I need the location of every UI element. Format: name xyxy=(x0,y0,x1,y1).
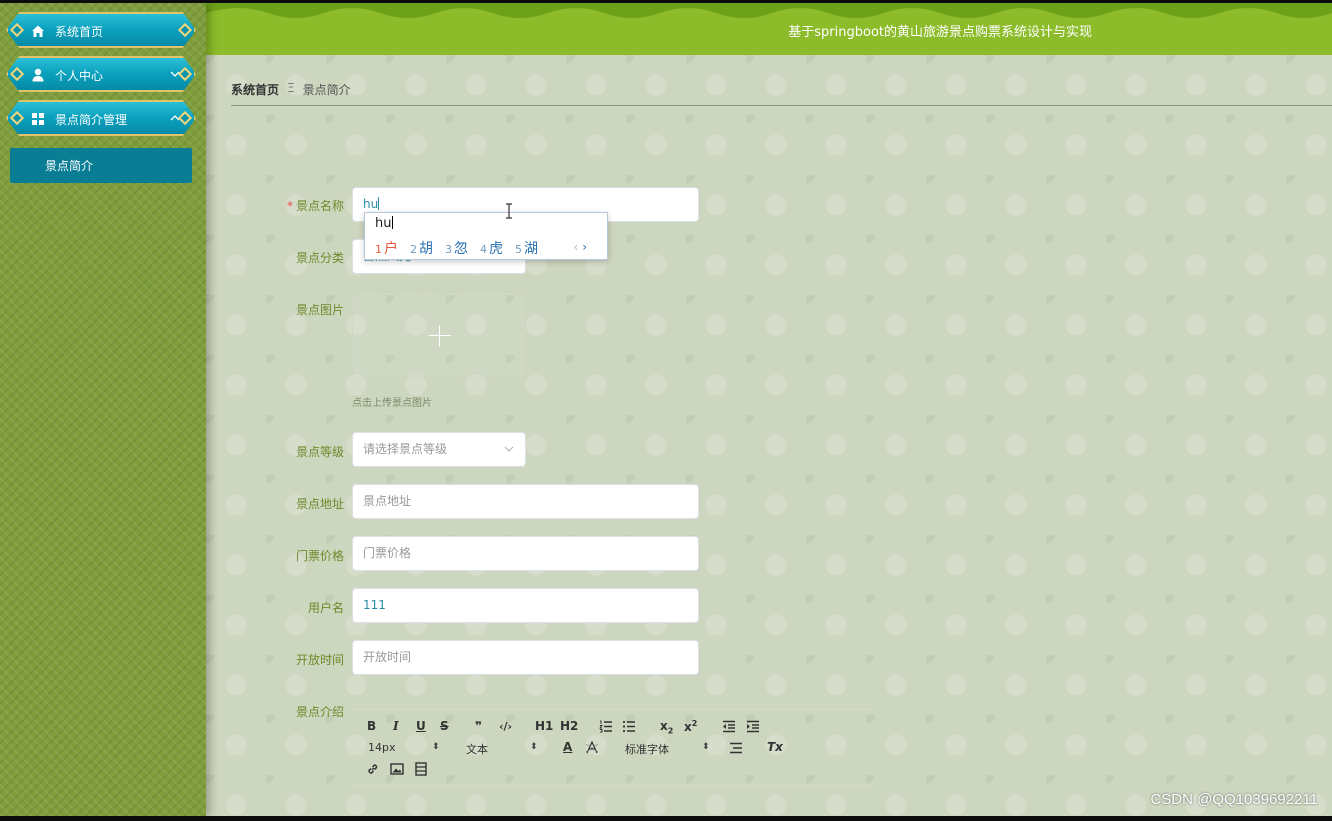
sidebar-item-label: 景点简介管理 xyxy=(55,113,128,127)
open-time-input[interactable]: 开放时间 xyxy=(352,640,699,675)
app-window: 系统首页 个人中心 景点简介管理 景点简介 基于springboot的黄山旅游景… xyxy=(0,3,1332,816)
ime-candidate-popup: hu 1户 2胡 3忽 4虎 5湖 ‹ › xyxy=(364,212,608,260)
dropdown-arrow-icon: ⬍ xyxy=(702,742,710,752)
price-label: 门票价格 xyxy=(295,549,344,563)
strike-button[interactable]: S xyxy=(440,719,449,733)
header-bar: 基于springboot的黄山旅游景点购票系统设计与实现 xyxy=(206,3,1332,55)
text-caret xyxy=(378,197,380,210)
address-input[interactable]: 景点地址 xyxy=(352,484,699,519)
main-content: 系统首页 Ξ 景点简介 *景点名称 hu hu 1户 2胡 3忽 4虎 5湖 xyxy=(206,55,1332,816)
divider xyxy=(231,105,1332,106)
required-mark: * xyxy=(286,199,293,213)
username-input[interactable]: 111 xyxy=(352,588,699,623)
breadcrumb-home[interactable]: 系统首页 xyxy=(231,81,279,98)
breadcrumb-separator: Ξ xyxy=(287,81,295,95)
open-time-label: 开放时间 xyxy=(295,653,344,667)
image-label: 景点图片 xyxy=(295,303,344,317)
level-label: 景点等级 xyxy=(295,445,344,459)
sidebar-item-home[interactable]: 系统首页 xyxy=(6,12,196,48)
h2-button[interactable]: H2 xyxy=(560,719,578,733)
chevron-up-icon xyxy=(170,115,180,121)
italic-button[interactable]: I xyxy=(393,719,399,733)
level-placeholder: 请选择景点等级 xyxy=(363,442,448,456)
price-input[interactable]: 门票价格 xyxy=(352,536,699,571)
font-color-button[interactable]: A xyxy=(563,740,572,754)
ime-candidate-list: 1户 2胡 3忽 4虎 5湖 xyxy=(375,238,538,258)
ime-candidate[interactable]: 2胡 xyxy=(410,238,433,258)
align-icon[interactable] xyxy=(729,742,743,754)
upload-tip: 点击上传景点图片 xyxy=(352,398,432,409)
text-style-select[interactable]: 文本 xyxy=(466,741,488,757)
wave-decoration xyxy=(206,3,1332,18)
attraction-name-value: hu xyxy=(363,197,379,211)
plus-icon xyxy=(429,335,451,336)
user-icon xyxy=(32,68,44,82)
image-icon[interactable] xyxy=(390,762,404,776)
sidebar-subitem-attraction-intro[interactable]: 景点简介 xyxy=(10,148,192,183)
ime-pager: ‹ › xyxy=(574,240,587,254)
rich-text-editor-toolbar: B I U S ❞ ‹/› H1 H2 x2 x2 14px ⬍ 文本 ⬍ A … xyxy=(352,709,872,786)
price-placeholder: 门票价格 xyxy=(363,546,412,560)
username-value: 111 xyxy=(363,598,386,612)
diamond-ornament-icon xyxy=(177,66,193,82)
ime-candidate[interactable]: 3忽 xyxy=(445,238,468,258)
blockquote-button[interactable]: ❞ xyxy=(475,719,482,733)
font-family-select[interactable]: 标准字体 xyxy=(625,741,669,757)
clear-format-button[interactable]: Tx xyxy=(767,740,783,754)
dropdown-arrow-icon: ⬍ xyxy=(432,742,440,752)
bold-button[interactable]: B xyxy=(367,719,376,733)
indent-icon[interactable] xyxy=(746,720,760,733)
bullet-list-icon[interactable] xyxy=(622,720,636,733)
video-icon[interactable] xyxy=(414,762,428,776)
sidebar-item-label: 系统首页 xyxy=(55,25,104,39)
page-title: 基于springboot的黄山旅游景点购票系统设计与实现 xyxy=(788,25,1092,40)
home-icon xyxy=(32,25,44,37)
dropdown-arrow-icon: ⬍ xyxy=(530,742,538,752)
image-upload[interactable] xyxy=(352,292,526,378)
intro-label: 景点介绍 xyxy=(295,705,344,719)
background-color-icon[interactable] xyxy=(585,741,599,754)
h1-button[interactable]: H1 xyxy=(535,719,553,733)
sidebar-item-profile[interactable]: 个人中心 xyxy=(6,56,196,92)
plus-icon xyxy=(439,325,440,347)
breadcrumb-current: 景点简介 xyxy=(302,83,351,97)
level-select[interactable]: 请选择景点等级 xyxy=(352,432,526,467)
ordered-list-icon[interactable] xyxy=(599,720,613,733)
diamond-ornament-icon xyxy=(9,22,25,38)
name-label: * 景点名称 xyxy=(286,199,344,213)
underline-button[interactable]: U xyxy=(416,719,426,733)
ime-next-button[interactable]: › xyxy=(582,240,587,254)
ime-prev-button[interactable]: ‹ xyxy=(574,240,579,254)
grid-icon xyxy=(32,113,44,125)
subscript-icon[interactable]: x2 xyxy=(660,719,673,735)
superscript-icon[interactable]: x2 xyxy=(684,719,697,734)
address-label: 景点地址 xyxy=(295,497,344,511)
sidebar-item-attraction-management[interactable]: 景点简介管理 xyxy=(6,100,196,136)
chevron-down-icon xyxy=(170,71,180,77)
ime-candidate[interactable]: 1户 xyxy=(375,238,398,258)
sidebar-item-label: 个人中心 xyxy=(55,69,104,83)
diamond-ornament-icon xyxy=(9,66,25,82)
font-size-select[interactable]: 14px xyxy=(368,741,396,754)
ime-composition: hu xyxy=(375,216,394,231)
ime-candidate[interactable]: 4虎 xyxy=(480,238,503,258)
address-placeholder: 景点地址 xyxy=(363,494,412,508)
diamond-ornament-icon xyxy=(177,22,193,38)
ime-candidate[interactable]: 5湖 xyxy=(515,238,538,258)
breadcrumb: 系统首页 Ξ 景点简介 xyxy=(231,81,351,98)
text-cursor-icon xyxy=(506,203,512,219)
open-time-placeholder: 开放时间 xyxy=(363,650,412,664)
chevron-down-icon xyxy=(504,446,514,452)
link-icon[interactable] xyxy=(366,762,380,776)
outdent-icon[interactable] xyxy=(722,720,736,733)
diamond-ornament-icon xyxy=(9,110,25,126)
sidebar-subitem-label: 景点简介 xyxy=(45,159,94,173)
diamond-ornament-icon xyxy=(177,110,193,126)
username-label: 用户名 xyxy=(307,601,344,615)
code-button[interactable]: ‹/› xyxy=(499,720,512,733)
bottom-edge xyxy=(0,816,1332,821)
category-label: 景点分类 xyxy=(295,251,344,265)
watermark: CSDN @QQ1039692211 xyxy=(1150,791,1318,808)
sidebar: 系统首页 个人中心 景点简介管理 景点简介 xyxy=(0,3,206,816)
